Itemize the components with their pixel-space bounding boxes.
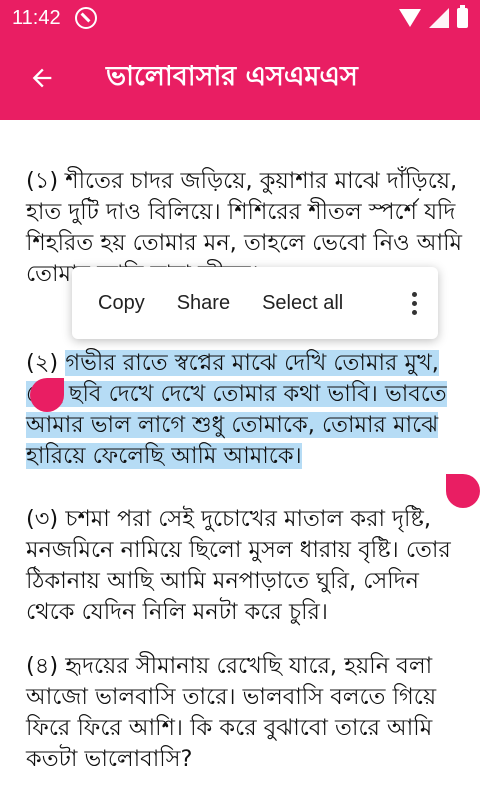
selection-start-handle[interactable] bbox=[30, 378, 64, 412]
selected-text[interactable]: গভীর রাতে স্বপ্নের মাঝে দেখি তোমার মুখ, … bbox=[26, 350, 447, 469]
more-options-icon[interactable] bbox=[390, 267, 438, 339]
status-icons bbox=[399, 5, 468, 28]
status-bar: 11:42 bbox=[0, 0, 480, 36]
text-selection-menu: Copy Share Select all bbox=[72, 267, 438, 339]
notification-app-icon bbox=[74, 7, 97, 29]
back-button[interactable] bbox=[0, 36, 84, 120]
message-item[interactable]: (৩) চশমা পরা সেই দুচোখের মাতাল করা দৃষ্ট… bbox=[26, 504, 466, 628]
select-all-button[interactable]: Select all bbox=[246, 267, 359, 339]
selection-end-handle[interactable] bbox=[446, 474, 480, 508]
wifi-icon bbox=[399, 9, 421, 27]
arrow-back-icon bbox=[32, 68, 52, 88]
message-item[interactable]: (৪) হৃদয়ের সীমানায় রেখেছি যারে, হয়নি … bbox=[26, 651, 466, 775]
copy-button[interactable]: Copy bbox=[82, 267, 161, 339]
message-prefix: (২) bbox=[26, 350, 66, 376]
battery-icon bbox=[457, 5, 468, 28]
message-list[interactable]: (১) শীতের চাদর জড়িয়ে, কুয়াশার মাঝে দা… bbox=[0, 120, 480, 800]
status-time: 11:42 bbox=[12, 6, 61, 29]
app-bar: ভালোবাসার এসএমএস bbox=[0, 36, 480, 120]
message-item-selected[interactable]: (২) গভীর রাতে স্বপ্নের মাঝে দেখি তোমার ম… bbox=[26, 348, 466, 472]
share-button[interactable]: Share bbox=[161, 267, 246, 339]
signal-icon bbox=[429, 8, 449, 28]
page-title: ভালোবাসার এসএমএস bbox=[106, 60, 358, 92]
